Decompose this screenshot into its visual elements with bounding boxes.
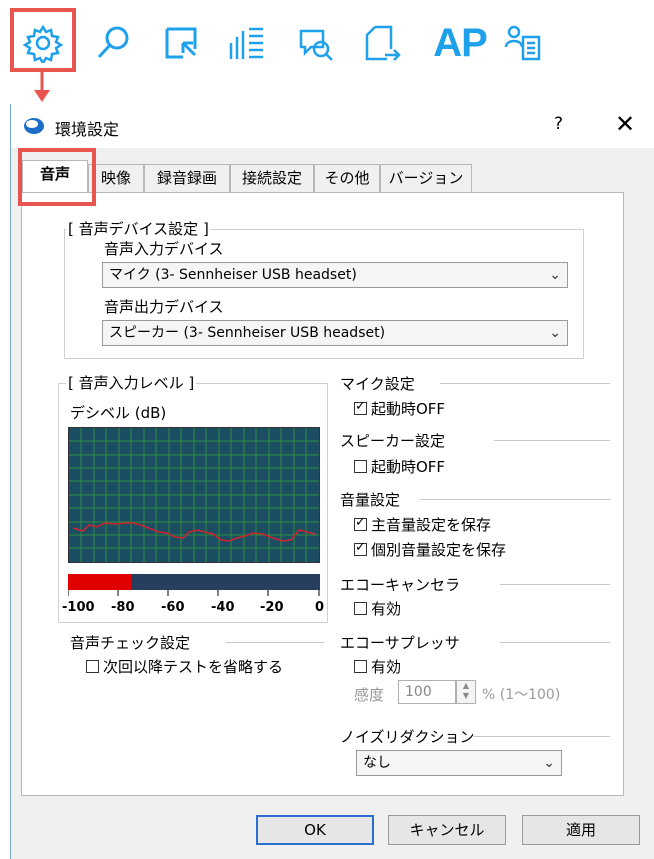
tab-version[interactable]: バージョン <box>380 164 472 192</box>
sensitivity-spinner[interactable]: ▲ ▼ <box>456 680 476 704</box>
level-scale-ticks <box>68 590 320 596</box>
separator <box>474 736 610 737</box>
separator <box>440 383 610 384</box>
save-individual-volume-label: 個別音量設定を保存 <box>371 541 507 559</box>
echo-canceller-checkbox[interactable]: 有効 <box>354 598 401 619</box>
noise-reduction-value: なし <box>363 755 391 771</box>
checkbox-box[interactable] <box>354 660 367 673</box>
db-label: デシベル (dB) <box>70 404 167 422</box>
input-device-label: 音声入力デバイス <box>104 240 224 258</box>
pointer-arrow <box>34 72 50 102</box>
scale-tick-label: -80 <box>111 600 135 615</box>
output-device-select[interactable]: スピーカー (3- Sennheiser USB headset) ⌄ <box>102 320 568 346</box>
input-device-value: マイク (3- Sennheiser USB headset) <box>109 267 357 283</box>
output-device-label: 音声出力デバイス <box>104 298 224 316</box>
cancel-button[interactable]: キャンセル <box>388 815 506 845</box>
export-icon[interactable] <box>358 20 408 66</box>
audio-check-label: 音声チェック設定 <box>70 634 191 652</box>
chevron-down-icon: ⌄ <box>543 755 555 771</box>
separator <box>500 584 610 585</box>
echo-suppressor-enabled-label: 有効 <box>371 658 402 676</box>
speaker-off-label: 起動時OFF <box>371 458 446 476</box>
noise-reduction-label: ノイズリダクション <box>340 728 475 746</box>
sensitivity-label: 感度 <box>354 686 385 704</box>
checkbox-box[interactable] <box>354 460 367 473</box>
ap-label: AP <box>433 20 488 65</box>
separator <box>420 499 610 500</box>
separator <box>494 440 610 441</box>
ap-icon[interactable]: AP <box>430 20 490 66</box>
chevron-down-icon: ⌄ <box>549 325 561 341</box>
level-bar-fill <box>68 574 131 590</box>
scale-tick-label: -20 <box>260 600 284 615</box>
scale-tick-label: -60 <box>161 600 185 615</box>
mic-settings-label: マイク設定 <box>340 375 415 393</box>
separator <box>226 642 324 643</box>
highlight-frame <box>18 148 96 206</box>
echo-suppressor-checkbox[interactable]: 有効 <box>354 656 401 677</box>
tab-video[interactable]: 映像 <box>88 164 144 192</box>
sensitivity-range: % (1～100) <box>482 687 561 703</box>
checkbox-box[interactable] <box>86 660 99 673</box>
title-bar: 環境設定 ? ✕ <box>11 104 654 148</box>
tab-recording[interactable]: 録音録画 <box>144 164 230 192</box>
scale-tick-label: -100 <box>62 600 95 615</box>
apply-button[interactable]: 適用 <box>522 815 640 845</box>
list-icon[interactable] <box>222 20 272 66</box>
checkbox-box[interactable] <box>354 540 367 556</box>
separator <box>500 642 610 643</box>
tab-connection[interactable]: 接続設定 <box>230 164 314 192</box>
skip-test-label: 次回以降テストを省略する <box>103 658 284 676</box>
level-meter <box>68 427 320 563</box>
save-master-volume-checkbox[interactable]: 主音量設定を保存 <box>354 514 491 535</box>
input-device-select[interactable]: マイク (3- Sennheiser USB headset) ⌄ <box>102 262 568 288</box>
level-group-label: [ 音声入力レベル ] <box>66 372 197 393</box>
speaker-off-checkbox[interactable]: 起動時OFF <box>354 456 445 477</box>
mic-off-label: 起動時OFF <box>371 400 446 418</box>
save-master-volume-label: 主音量設定を保存 <box>371 516 492 534</box>
noise-reduction-select[interactable]: なし ⌄ <box>356 750 562 776</box>
dialog-title: 環境設定 <box>55 120 120 139</box>
screen-select-icon[interactable] <box>156 20 206 66</box>
search-icon[interactable] <box>88 20 138 66</box>
echo-canceller-enabled-label: 有効 <box>371 600 402 618</box>
echo-suppressor-label: エコーサプレッサ <box>340 634 460 652</box>
tab-other[interactable]: その他 <box>314 164 380 192</box>
skip-test-checkbox[interactable]: 次回以降テストを省略する <box>86 656 283 677</box>
user-list-icon[interactable] <box>498 20 548 66</box>
sensitivity-input[interactable]: 100 <box>398 680 456 704</box>
app-icon <box>24 118 44 134</box>
scale-tick-label: -40 <box>211 600 235 615</box>
volume-settings-label: 音量設定 <box>340 491 401 509</box>
close-button[interactable]: ✕ <box>615 110 635 138</box>
scale-tick-label: 0 <box>315 600 325 615</box>
checkbox-box[interactable] <box>354 515 367 531</box>
device-group-label: [ 音声デバイス設定 ] <box>66 218 211 239</box>
output-device-value: スピーカー (3- Sennheiser USB headset) <box>109 325 386 341</box>
chevron-down-icon: ⌄ <box>549 267 561 283</box>
checkbox-box[interactable] <box>354 602 367 615</box>
mic-off-checkbox[interactable]: 起動時OFF <box>354 398 445 419</box>
level-bar <box>68 574 320 590</box>
gear-icon[interactable] <box>18 20 68 66</box>
meter-graph <box>69 428 319 562</box>
chat-search-icon[interactable] <box>290 20 340 66</box>
ok-button[interactable]: OK <box>256 815 374 845</box>
speaker-settings-label: スピーカー設定 <box>340 432 446 450</box>
save-individual-volume-checkbox[interactable]: 個別音量設定を保存 <box>354 539 506 560</box>
echo-canceller-label: エコーキャンセラ <box>340 576 461 594</box>
help-button[interactable]: ? <box>554 114 563 134</box>
checkbox-box[interactable] <box>354 399 367 415</box>
